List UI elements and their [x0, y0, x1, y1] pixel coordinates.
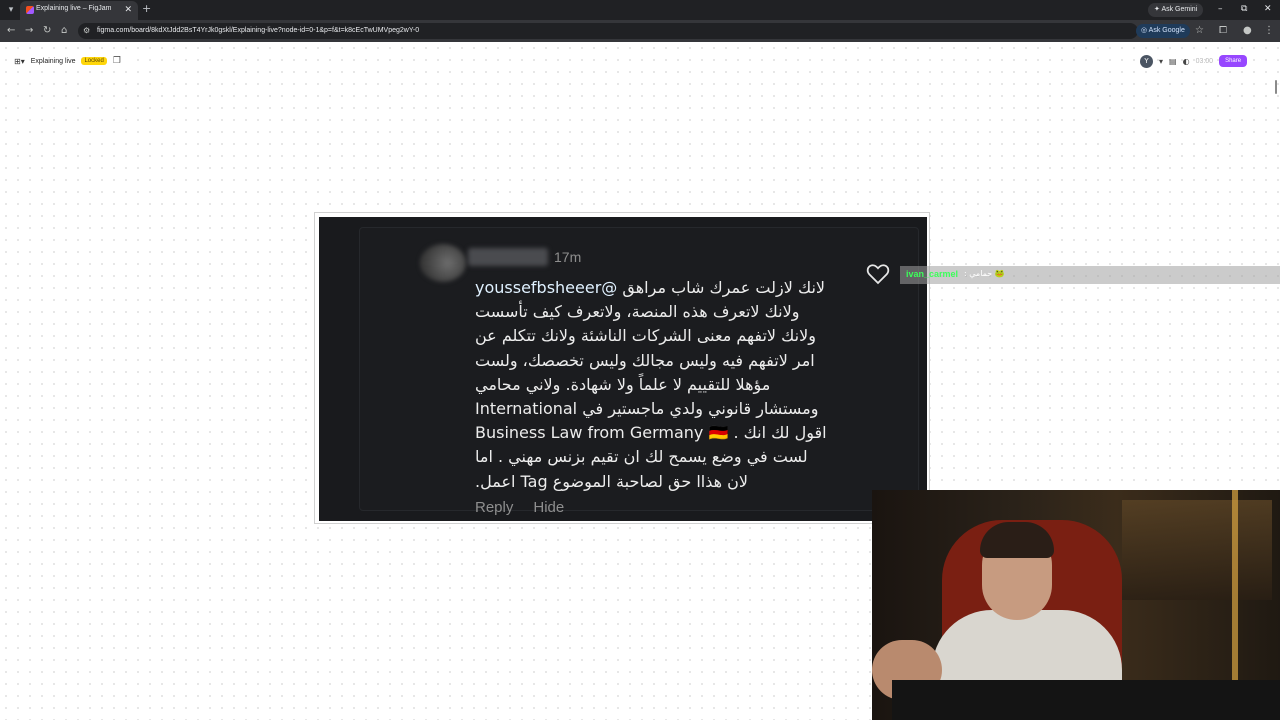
stream-chat-message: ivan_carmel : حمامي 🐸: [900, 266, 1280, 284]
main-menu-icon[interactable]: ⊞▾: [14, 57, 25, 66]
collab-header: Y ▾ ▤ ◐ 03:00 Share: [1140, 52, 1248, 70]
comment-actions: Reply Hide: [475, 499, 564, 516]
maximize-icon[interactable]: ⧉: [1241, 3, 1247, 15]
reload-icon[interactable]: ↻: [43, 24, 51, 38]
comment-line: لانك لازلت عمرك شاب مراهق @youssefbsheee…: [475, 276, 885, 300]
bookmark-star-icon[interactable]: ☆: [1195, 24, 1204, 38]
forward-icon[interactable]: →: [25, 24, 33, 38]
comment-line: ومستشار قانوني ولدي ماجستير في Internati…: [475, 399, 819, 419]
comment-text: لانك لازلت عمرك شاب مراهق @youssefbsheee…: [475, 276, 885, 494]
tab-search-icon[interactable]: ▾: [4, 3, 18, 17]
comment-line: ولانك لاتفهم معنى الشركات الناشئة ولانك …: [475, 326, 816, 346]
desk: [892, 680, 1280, 720]
browser-toolbar: ← → ↻ ⌂ ⚙ figma.com/board/8kdXtJdd2BsT4Y…: [0, 20, 1280, 42]
chat-message-text: : حمامي 🐸: [964, 269, 1005, 278]
shelf: [1122, 500, 1272, 600]
scrollbar[interactable]: [1275, 80, 1277, 94]
tab-figjam[interactable]: Explaining live – FigJam ✕: [20, 1, 138, 20]
file-title[interactable]: Explaining live: [31, 58, 76, 65]
site-info-icon[interactable]: ⚙: [83, 26, 90, 36]
timer-icon[interactable]: ◐: [1183, 57, 1190, 66]
browser-menu-icon[interactable]: ⋮: [1264, 24, 1274, 38]
present-icon[interactable]: ▤: [1169, 57, 1177, 66]
browser-tab-strip: ▾ Explaining live – FigJam ✕ + ✦ Ask Gem…: [0, 0, 1280, 20]
chat-username: ivan_carmel: [906, 269, 959, 279]
comment-line: ولانك لاتعرف هذه المنصة، ولاتعرف كيف تأس…: [475, 302, 800, 322]
figma-favicon-icon: [26, 6, 34, 14]
comment-time: 17m: [554, 249, 582, 265]
url-text: figma.com/board/8kdXtJdd2BsT4YrJk0gskl/E…: [97, 27, 420, 34]
comment-card: 17m لانك لازلت عمرك شاب مراهق @youssefbs…: [359, 227, 919, 516]
comment-line: مؤهلا للتقييم لا علماً ولا شهادة. ولاني …: [475, 374, 771, 394]
webcam-overlay: [872, 490, 1280, 720]
close-window-icon[interactable]: ✕: [1264, 3, 1272, 15]
minimize-icon[interactable]: –: [1218, 3, 1223, 15]
extensions-icon[interactable]: ⧠: [1219, 24, 1227, 38]
tab-close-icon[interactable]: ✕: [124, 4, 132, 16]
hide-button[interactable]: Hide: [533, 499, 564, 516]
avatar-chevron-icon[interactable]: ▾: [1159, 57, 1163, 66]
comment-line: Business Law from Germany 🇩🇪 . اقول لك ا…: [475, 423, 827, 443]
lens-icon: ◎: [1141, 27, 1149, 34]
locked-badge: Locked: [81, 57, 107, 65]
timer-readout: 03:00: [1195, 57, 1214, 65]
mention-link[interactable]: @youssefbsheeer: [475, 278, 617, 297]
ask-google-label: Ask Google: [1148, 27, 1185, 34]
ask-gemini-label: Ask Gemini: [1161, 6, 1198, 13]
ask-gemini-button[interactable]: ✦ Ask Gemini: [1148, 3, 1204, 17]
layers-icon[interactable]: ❐: [113, 56, 121, 66]
blurred-avatar: [420, 244, 466, 282]
blurred-username: [468, 248, 548, 266]
comment-line: لست في وضع يسمح لك ان تقيم بزنس مهني . ا…: [475, 447, 808, 467]
new-tab-button[interactable]: +: [142, 3, 151, 15]
comment-line: لان هذاا حق لصاحبة الموضوع Tag اعمل.: [475, 471, 749, 491]
share-button[interactable]: Share: [1219, 55, 1248, 67]
user-avatar[interactable]: Y: [1140, 54, 1153, 68]
file-header: ⊞▾ Explaining live Locked ❐: [8, 52, 127, 70]
address-bar[interactable]: ⚙ figma.com/board/8kdXtJdd2BsT4YrJk0gskl…: [78, 23, 1138, 39]
back-icon[interactable]: ←: [7, 24, 15, 38]
pasted-image-frame[interactable]: 17m لانك لازلت عمرك شاب مراهق @youssefbs…: [314, 212, 930, 524]
profile-icon[interactable]: ●: [1243, 24, 1252, 38]
comment-line-text: لانك لازلت عمرك شاب مراهق: [622, 278, 826, 297]
ask-google-button[interactable]: ◎ Ask Google: [1136, 24, 1190, 38]
tab-title: Explaining live – FigJam: [36, 5, 112, 12]
reply-button[interactable]: Reply: [475, 499, 513, 516]
streamer-hair: [980, 522, 1054, 558]
home-icon[interactable]: ⌂: [61, 24, 67, 38]
heart-icon[interactable]: [866, 263, 890, 285]
comment-screenshot: 17m لانك لازلت عمرك شاب مراهق @youssefbs…: [319, 217, 927, 521]
comment-line: امر لاتفهم فيه وليس مجالك وليس تخصصك، ول…: [475, 350, 815, 370]
